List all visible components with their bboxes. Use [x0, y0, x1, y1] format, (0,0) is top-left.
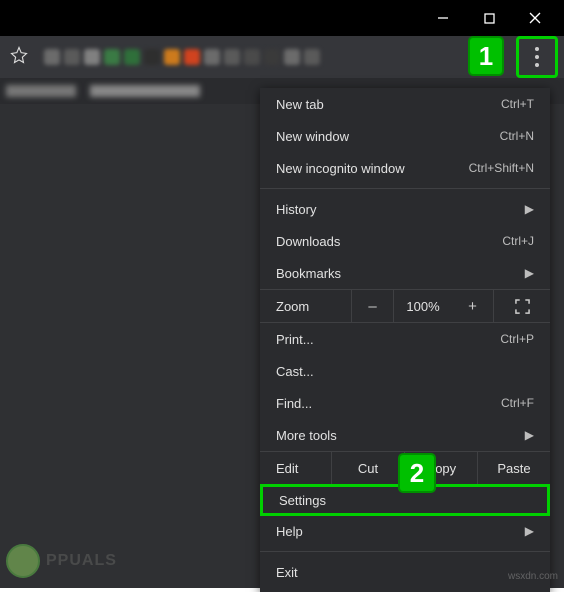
menu-label: Find... [276, 396, 312, 411]
menu-item-zoom: Zoom – 100% + [260, 289, 550, 323]
menu-item-history[interactable]: History ▶ [260, 193, 550, 225]
menu-label: Exit [276, 565, 298, 580]
menu-shortcut: Ctrl+J [502, 234, 534, 248]
chevron-right-icon: ▶ [525, 202, 534, 216]
zoom-out-button[interactable]: – [352, 290, 394, 322]
bookmark-star-icon[interactable] [10, 46, 28, 69]
menu-item-new-window[interactable]: New window Ctrl+N [260, 120, 550, 152]
source-caption: wsxdn.com [508, 571, 558, 582]
watermark-text: PPUALS [46, 552, 117, 570]
menu-separator [260, 551, 550, 552]
menu-label: Bookmarks [276, 266, 341, 281]
extension-icon[interactable] [224, 49, 240, 65]
menu-shortcut: Ctrl+Shift+N [469, 161, 534, 175]
browser-window: 1 New tab Ctrl+T New window Ctrl+N New i… [0, 0, 564, 588]
menu-item-new-tab[interactable]: New tab Ctrl+T [260, 88, 550, 120]
extension-icon[interactable] [204, 49, 220, 65]
menu-label: New tab [276, 97, 324, 112]
zoom-value: 100% [394, 299, 452, 314]
menu-label: More tools [276, 428, 337, 443]
menu-label: Help [276, 524, 303, 539]
menu-item-find[interactable]: Find... Ctrl+F [260, 387, 550, 419]
menu-label: Downloads [276, 234, 340, 249]
menu-item-downloads[interactable]: Downloads Ctrl+J [260, 225, 550, 257]
menu-label: Cast... [276, 364, 314, 379]
menu-item-cast[interactable]: Cast... [260, 355, 550, 387]
chevron-right-icon: ▶ [525, 428, 534, 442]
menu-item-print[interactable]: Print... Ctrl+P [260, 323, 550, 355]
menu-shortcut: Ctrl+T [501, 97, 534, 111]
chevron-right-icon: ▶ [525, 524, 534, 538]
extension-icon[interactable] [124, 49, 140, 65]
menu-shortcut: Ctrl+F [501, 396, 534, 410]
extension-icon[interactable] [144, 49, 160, 65]
chevron-right-icon: ▶ [525, 266, 534, 280]
extension-icon[interactable] [84, 49, 100, 65]
extension-icon[interactable] [284, 49, 300, 65]
cut-button[interactable]: Cut [332, 452, 405, 484]
extension-icon[interactable] [304, 49, 320, 65]
edit-label: Edit [260, 452, 332, 484]
close-button[interactable] [512, 2, 558, 34]
extension-icon[interactable] [104, 49, 120, 65]
main-menu-button[interactable] [520, 40, 554, 74]
extension-icon[interactable] [244, 49, 260, 65]
titlebar [0, 0, 564, 36]
menu-separator [260, 188, 550, 189]
watermark: PPUALS [6, 544, 117, 578]
zoom-label: Zoom [260, 290, 352, 322]
menu-shortcut: Ctrl+N [500, 129, 534, 143]
menu-item-help[interactable]: Help ▶ [260, 515, 550, 547]
highlight-step-1 [516, 36, 558, 78]
menu-label: New window [276, 129, 349, 144]
menu-item-more-tools[interactable]: More tools ▶ [260, 419, 550, 451]
bookmark-item[interactable] [6, 85, 76, 97]
extension-icon[interactable] [184, 49, 200, 65]
menu-item-new-incognito[interactable]: New incognito window Ctrl+Shift+N [260, 152, 550, 184]
menu-shortcut: Ctrl+P [500, 332, 534, 346]
main-menu: New tab Ctrl+T New window Ctrl+N New inc… [260, 88, 550, 592]
extension-icon[interactable] [64, 49, 80, 65]
menu-label: New incognito window [276, 161, 405, 176]
bookmark-item[interactable] [90, 85, 200, 97]
extension-icons [44, 49, 510, 65]
menu-label: Print... [276, 332, 314, 347]
menu-item-exit[interactable]: Exit [260, 556, 550, 588]
extension-icon[interactable] [264, 49, 280, 65]
menu-label: History [276, 202, 316, 217]
annotation-badge-2: 2 [400, 455, 434, 491]
extension-icon[interactable] [44, 49, 60, 65]
menu-label: Settings [279, 493, 326, 508]
zoom-in-button[interactable]: + [452, 290, 494, 322]
annotation-badge-1: 1 [470, 38, 502, 74]
minimize-button[interactable] [420, 2, 466, 34]
menu-item-bookmarks[interactable]: Bookmarks ▶ [260, 257, 550, 289]
watermark-logo-icon [6, 544, 40, 578]
maximize-button[interactable] [466, 2, 512, 34]
paste-button[interactable]: Paste [478, 452, 550, 484]
fullscreen-button[interactable] [494, 299, 550, 314]
extension-icon[interactable] [164, 49, 180, 65]
